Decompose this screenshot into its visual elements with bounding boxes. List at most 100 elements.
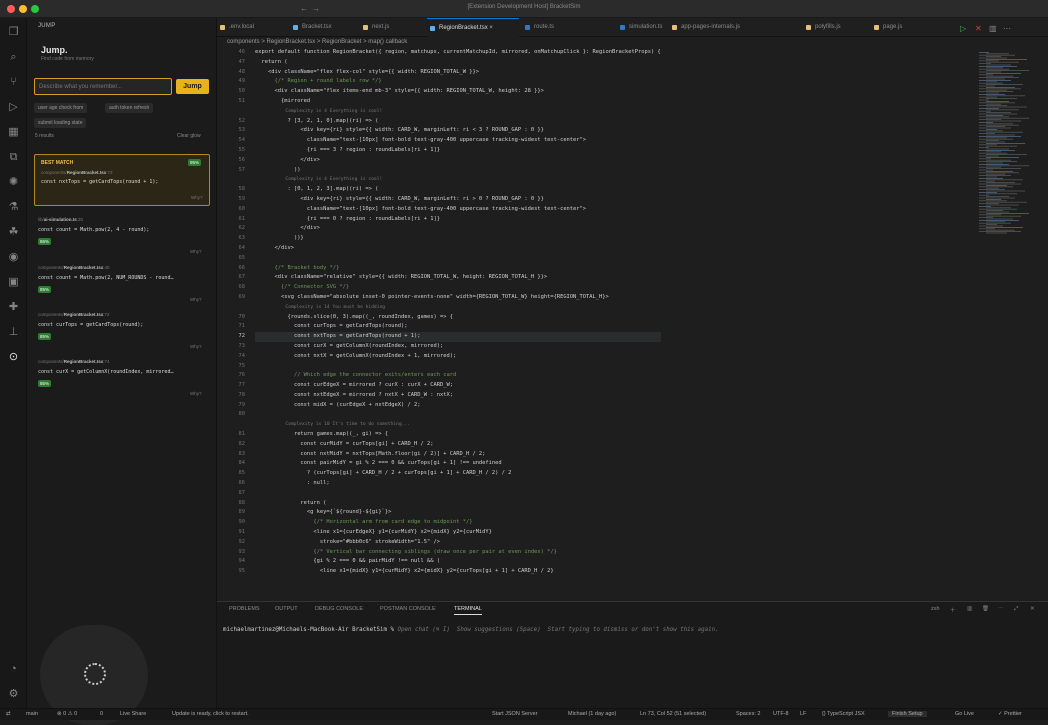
code-line[interactable]: // Which edge the connector exits/enters… bbox=[255, 371, 661, 381]
editor-tab[interactable]: page.js bbox=[871, 18, 931, 37]
code-line[interactable]: <div className="relative" style={{ width… bbox=[255, 273, 661, 283]
code-line[interactable]: <line x1={midX} y1={curMidY} x2={midX} y… bbox=[255, 567, 661, 577]
flask-icon[interactable]: ⚗ bbox=[7, 201, 20, 214]
why-link[interactable]: Why? bbox=[190, 344, 202, 349]
editor-tab[interactable]: .env.local bbox=[217, 18, 281, 37]
eol[interactable]: LF bbox=[800, 711, 806, 717]
remote-status-icon[interactable]: ⇄ bbox=[6, 711, 11, 717]
panel-tab-postman[interactable]: POSTMAN CONSOLE bbox=[380, 606, 436, 612]
docker-icon[interactable]: ◉ bbox=[7, 251, 20, 264]
code-line[interactable]: <svg className="absolute inset-0 pointer… bbox=[255, 293, 661, 303]
code-line[interactable]: <g key={`${round}-${gi}`}> bbox=[255, 508, 661, 518]
indent-setting[interactable]: Spaces: 2 bbox=[736, 711, 760, 717]
split-editor-icon[interactable]: ▥ bbox=[989, 24, 997, 33]
panel-tab-problems[interactable]: PROBLEMS bbox=[229, 606, 260, 612]
code-line[interactable]: {ri === 0 ? region : roundLabels[ri + 1]… bbox=[255, 215, 661, 225]
editor-tab[interactable]: Bracket.tsx bbox=[290, 18, 350, 37]
more-actions-icon[interactable]: ⋯ bbox=[1003, 24, 1011, 33]
breadcrumb[interactable]: components > RegionBracket.tsx > RegionB… bbox=[227, 39, 407, 45]
maximize-panel-icon[interactable]: ⤢ bbox=[1014, 606, 1018, 613]
close-panel-icon[interactable]: ✕ bbox=[1030, 606, 1035, 612]
close-all-icon[interactable]: ✕ bbox=[975, 24, 982, 33]
problems-count[interactable]: ⊗ 0 ⚠ 0 bbox=[57, 711, 77, 717]
code-line[interactable]: <div className="flex items-end mb-3" sty… bbox=[255, 87, 661, 97]
remote-icon[interactable]: ⧉ bbox=[7, 151, 20, 164]
extensions-icon[interactable]: ▦ bbox=[7, 126, 20, 139]
panel-tab-debug[interactable]: DEBUG CONSOLE bbox=[315, 606, 363, 612]
code-lines[interactable]: export default function RegionBracket({ … bbox=[255, 48, 661, 577]
trash-icon[interactable]: 🗑 bbox=[982, 606, 989, 612]
encoding[interactable]: UTF-8 bbox=[773, 711, 789, 717]
jump-button[interactable]: Jump bbox=[176, 79, 209, 94]
code-line[interactable]: const curMidY = curTops[gi] + CARD_H / 2… bbox=[255, 440, 661, 450]
explorer-icon[interactable]: ❐ bbox=[7, 26, 20, 39]
search-icon[interactable]: ⌕ bbox=[7, 51, 20, 64]
code-line[interactable]: ))} bbox=[255, 234, 661, 244]
why-link[interactable]: Why? bbox=[191, 195, 203, 200]
code-line[interactable]: </div> bbox=[255, 244, 661, 254]
tree-icon[interactable]: ☘ bbox=[7, 226, 20, 239]
code-line[interactable]: const midX = (curEdgeX + nxtEdgeX) / 2; bbox=[255, 401, 661, 411]
code-line[interactable]: return ( bbox=[255, 499, 661, 509]
result-item[interactable]: components/RegionBracket.tsx:74 const cu… bbox=[34, 357, 210, 403]
more-icon[interactable]: ⋯ bbox=[998, 606, 1004, 612]
suggestion-chip[interactable]: submit loading state bbox=[34, 118, 87, 128]
code-line[interactable]: const nxtMidY = nxtTops[Math.floor(gi / … bbox=[255, 450, 661, 460]
code-line[interactable] bbox=[255, 254, 661, 264]
split-terminal-icon[interactable]: ▥ bbox=[967, 606, 972, 612]
prettier[interactable]: ✓ Prettier bbox=[998, 711, 1022, 717]
code-line[interactable]: const pairMidY = gi % 2 === 0 && curTops… bbox=[255, 459, 661, 469]
editor-tab[interactable]: app-pages-internals.js bbox=[669, 18, 765, 37]
code-line[interactable]: const curX = getColumnX(roundIndex, mirr… bbox=[255, 342, 661, 352]
minimap[interactable] bbox=[977, 48, 1037, 601]
code-line[interactable]: {mirrored bbox=[255, 97, 661, 107]
code-line[interactable]: className="text-[10px] font-bold text-gr… bbox=[255, 136, 661, 146]
code-line[interactable]: <div className="flex flex-col" style={{ … bbox=[255, 68, 661, 78]
run-icon[interactable]: ▷ bbox=[960, 24, 966, 33]
code-line[interactable]: {/* Region + round labels row */} bbox=[255, 77, 661, 87]
code-line[interactable]: return games.map((_, gi) => { bbox=[255, 430, 661, 440]
code-line[interactable]: : null; bbox=[255, 479, 661, 489]
puzzle-icon[interactable]: ✚ bbox=[7, 301, 20, 314]
code-line[interactable]: export default function RegionBracket({ … bbox=[255, 48, 661, 58]
code-line[interactable]: )) bbox=[255, 166, 661, 176]
code-line[interactable]: {/* Vertical bar connecting siblings (dr… bbox=[255, 548, 661, 558]
code-line[interactable]: </div> bbox=[255, 156, 661, 166]
why-link[interactable]: Why? bbox=[190, 297, 202, 302]
code-line[interactable]: </div> bbox=[255, 224, 661, 234]
why-link[interactable]: Why? bbox=[190, 249, 202, 254]
code-line[interactable]: {/* Bracket body */} bbox=[255, 264, 661, 274]
terminal-shell-label[interactable]: zsh bbox=[931, 606, 940, 612]
code-line[interactable]: {gi % 2 === 0 && pairMidY !== null && ( bbox=[255, 557, 661, 567]
code-editor[interactable]: 46 47 48 49 50 51 52 53 54 55 56 57 58 59 60 61 62 63 64 65… bbox=[217, 48, 977, 601]
code-line[interactable]: const curEdgeX = mirrored ? curX : curX … bbox=[255, 381, 661, 391]
git-blame[interactable]: Michael (1 day ago) bbox=[568, 711, 616, 717]
jump-search-input[interactable]: Describe what you remember... bbox=[34, 78, 172, 95]
suggestion-chip[interactable]: auth token refresh bbox=[105, 103, 154, 113]
code-line[interactable]: className="text-[10px] font-bold text-gr… bbox=[255, 205, 661, 215]
best-match-card[interactable]: BEST MATCH 95% components/RegionBracket.… bbox=[34, 154, 210, 206]
code-line[interactable]: <line x1={curEdgeX} y1={curMidY} x2={mid… bbox=[255, 528, 661, 538]
code-line[interactable]: ? (curTops[gi] + CARD_H / 2 + curTops[gi… bbox=[255, 469, 661, 479]
run-debug-icon[interactable]: ▷ bbox=[7, 101, 20, 114]
settings-gear-icon[interactable]: ⚙ bbox=[7, 688, 20, 701]
panel-tab-output[interactable]: OUTPUT bbox=[275, 606, 298, 612]
jump-search-icon[interactable]: ⊙ bbox=[7, 351, 20, 364]
code-line[interactable]: return ( bbox=[255, 58, 661, 68]
finish-setup[interactable]: Finish Setup bbox=[888, 711, 927, 717]
close-tab-icon[interactable]: × bbox=[489, 25, 493, 31]
code-line[interactable]: <div key={ri} style={{ width: CARD_W, ma… bbox=[255, 195, 661, 205]
terminal-line[interactable]: michaelmartinez@Michaels-MacBook-Air Bra… bbox=[223, 627, 719, 633]
editor-tab[interactable]: route.ts bbox=[522, 18, 582, 37]
editor-tab-active[interactable]: RegionBracket.tsx × bbox=[427, 18, 519, 37]
ports-count[interactable]: 0 bbox=[100, 711, 103, 717]
clear-glow-link[interactable]: Clear glow bbox=[177, 133, 201, 139]
live-share[interactable]: Live Share bbox=[120, 711, 146, 717]
code-line[interactable] bbox=[255, 489, 661, 499]
code-line[interactable]: : [0, 1, 2, 3].map((ri) => ( bbox=[255, 185, 661, 195]
box-icon[interactable]: ▣ bbox=[7, 276, 20, 289]
git-branch[interactable]: main bbox=[26, 711, 38, 717]
editor-tab[interactable]: polyfills.js bbox=[803, 18, 863, 37]
go-live[interactable]: Go Live bbox=[955, 711, 974, 717]
code-line[interactable]: const nxtX = getColumnX(roundIndex + 1, … bbox=[255, 352, 661, 362]
